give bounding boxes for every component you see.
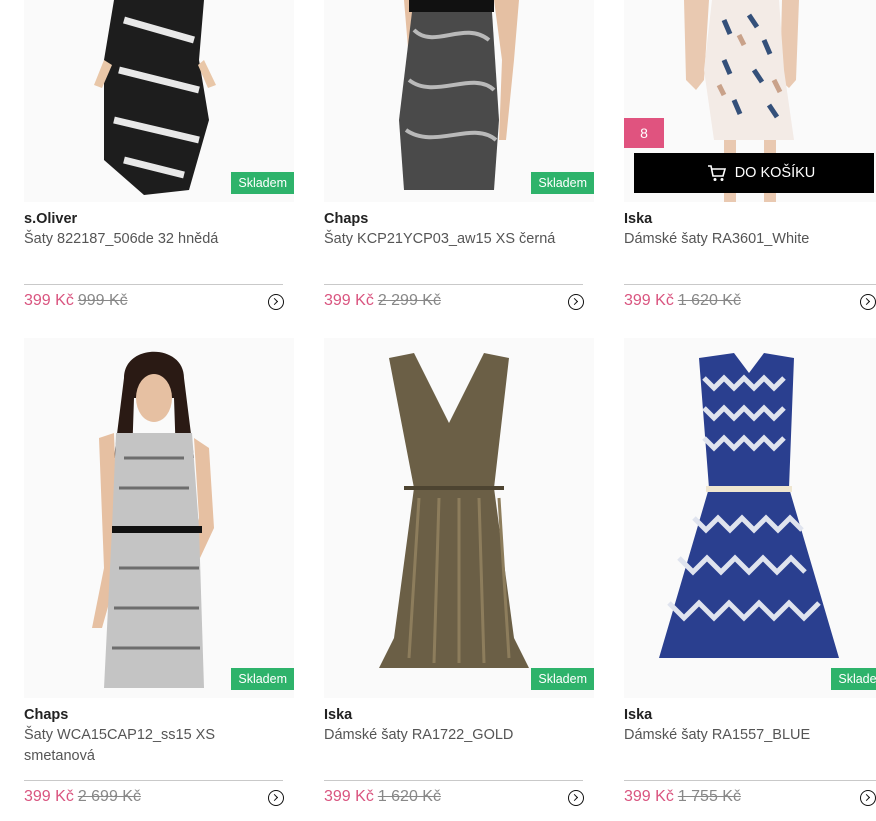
product-brand: Iska xyxy=(324,707,353,723)
chevron-circle-right-icon[interactable] xyxy=(568,790,584,806)
divider xyxy=(24,284,283,285)
quantity-badge[interactable]: 8 xyxy=(624,118,664,148)
chevron-circle-right-icon[interactable] xyxy=(860,294,876,310)
product-image[interactable]: 8 DO KOŠÍKU xyxy=(624,0,876,202)
current-price: 399 Kč xyxy=(324,292,374,309)
add-to-cart-button[interactable]: DO KOŠÍKU xyxy=(634,153,874,193)
product-image[interactable]: Skladem xyxy=(624,338,876,698)
chevron-circle-right-icon[interactable] xyxy=(568,294,584,310)
chevron-circle-right-icon[interactable] xyxy=(268,790,284,806)
cart-icon xyxy=(707,165,726,182)
stock-badge: Skladem xyxy=(831,668,876,690)
product-image[interactable]: Skladem xyxy=(324,0,594,202)
stock-badge: Skladem xyxy=(531,668,594,690)
stock-badge: Skladem xyxy=(231,172,294,194)
product-name[interactable]: Šaty WCA15CAP12_ss15 XS smetanová xyxy=(24,725,284,767)
price: 399 Kč 1 620 Kč xyxy=(324,788,441,806)
price: 399 Kč 1 620 Kč xyxy=(624,292,741,310)
divider xyxy=(624,780,876,781)
current-price: 399 Kč xyxy=(624,788,674,805)
price: 399 Kč 2 699 Kč xyxy=(24,788,141,806)
product-brand: Iska xyxy=(624,707,653,723)
product-brand: Iska xyxy=(624,211,653,227)
chevron-circle-right-icon[interactable] xyxy=(860,790,876,806)
stock-badge: Skladem xyxy=(231,668,294,690)
old-price: 1 620 Kč xyxy=(377,788,441,805)
price: 399 Kč 1 755 Kč xyxy=(624,788,741,806)
old-price: 1 620 Kč xyxy=(677,292,741,309)
product-image[interactable]: Skladem xyxy=(24,338,294,698)
cart-label: DO KOŠÍKU xyxy=(734,165,816,181)
divider xyxy=(24,780,283,781)
stock-badge: Skladem xyxy=(531,172,594,194)
chevron-circle-right-icon[interactable] xyxy=(268,294,284,310)
price: 399 Kč 2 299 Kč xyxy=(324,292,441,310)
product-image[interactable]: Skladem xyxy=(324,338,594,698)
product-image[interactable]: Skladem xyxy=(24,0,294,202)
price: 399 Kč 999 Kč xyxy=(24,292,128,310)
current-price: 399 Kč xyxy=(24,292,74,309)
product-name[interactable]: Dámské šaty RA1722_GOLD xyxy=(324,725,584,746)
product-brand: Chaps xyxy=(24,707,69,723)
old-price: 999 Kč xyxy=(77,292,128,309)
product-name[interactable]: Šaty KCP21YCP03_aw15 XS černá xyxy=(324,229,584,250)
old-price: 1 755 Kč xyxy=(677,788,741,805)
product-name[interactable]: Dámské šaty RA3601_White xyxy=(624,229,876,250)
divider xyxy=(624,284,876,285)
old-price: 2 699 Kč xyxy=(77,788,141,805)
divider xyxy=(324,780,583,781)
current-price: 399 Kč xyxy=(24,788,74,805)
product-brand: Chaps xyxy=(324,211,369,227)
product-name[interactable]: Dámské šaty RA1557_BLUE xyxy=(624,725,876,746)
current-price: 399 Kč xyxy=(624,292,674,309)
current-price: 399 Kč xyxy=(324,788,374,805)
old-price: 2 299 Kč xyxy=(377,292,441,309)
divider xyxy=(324,284,583,285)
product-name[interactable]: Šaty 822187_506de 32 hnědá xyxy=(24,229,284,250)
product-brand: s.Oliver xyxy=(24,211,78,227)
